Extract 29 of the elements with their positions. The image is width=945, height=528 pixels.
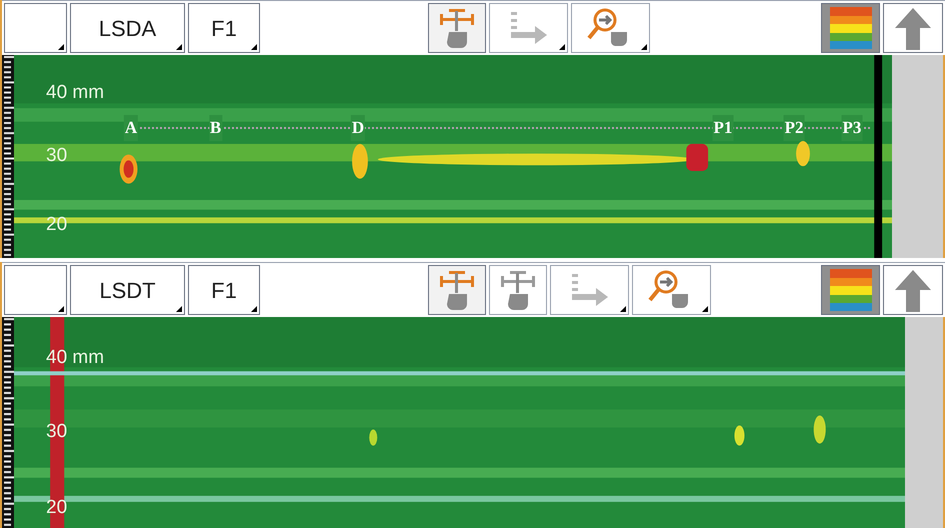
marker-label: P1	[712, 115, 734, 140]
tool-button[interactable]	[550, 265, 629, 315]
tool-button[interactable]	[428, 3, 486, 53]
scale-label: 30	[46, 144, 68, 168]
tool-button[interactable]	[428, 265, 486, 315]
marker-label: D	[350, 115, 366, 140]
tool-button[interactable]	[489, 265, 547, 315]
scale-label: 40 mm	[46, 81, 104, 106]
tool-button[interactable]	[632, 265, 711, 315]
color-stripes-icon	[830, 269, 872, 311]
up-arrow-icon	[893, 268, 933, 312]
color-stripes-icon	[830, 7, 872, 49]
up-arrow-button[interactable]	[883, 3, 943, 53]
dropdown-button[interactable]	[4, 265, 67, 315]
up-arrow-icon	[893, 6, 933, 50]
marker-label: P3	[842, 115, 862, 140]
color-palette-button[interactable]	[821, 265, 880, 315]
dropdown-button[interactable]	[4, 3, 67, 53]
tool-button[interactable]	[489, 3, 568, 53]
marker-label: P2	[784, 115, 805, 140]
channel-dropdown[interactable]: LSDA	[70, 3, 185, 53]
filter-dropdown[interactable]: F1	[188, 3, 260, 53]
up-arrow-button[interactable]	[883, 265, 943, 315]
marker-label: B	[208, 115, 222, 140]
tool-button[interactable]	[571, 3, 650, 53]
marker-label: A	[124, 115, 138, 140]
filter-dropdown[interactable]: F1	[188, 265, 260, 315]
color-palette-button[interactable]	[821, 3, 880, 53]
channel-dropdown[interactable]: LSDT	[70, 265, 185, 315]
